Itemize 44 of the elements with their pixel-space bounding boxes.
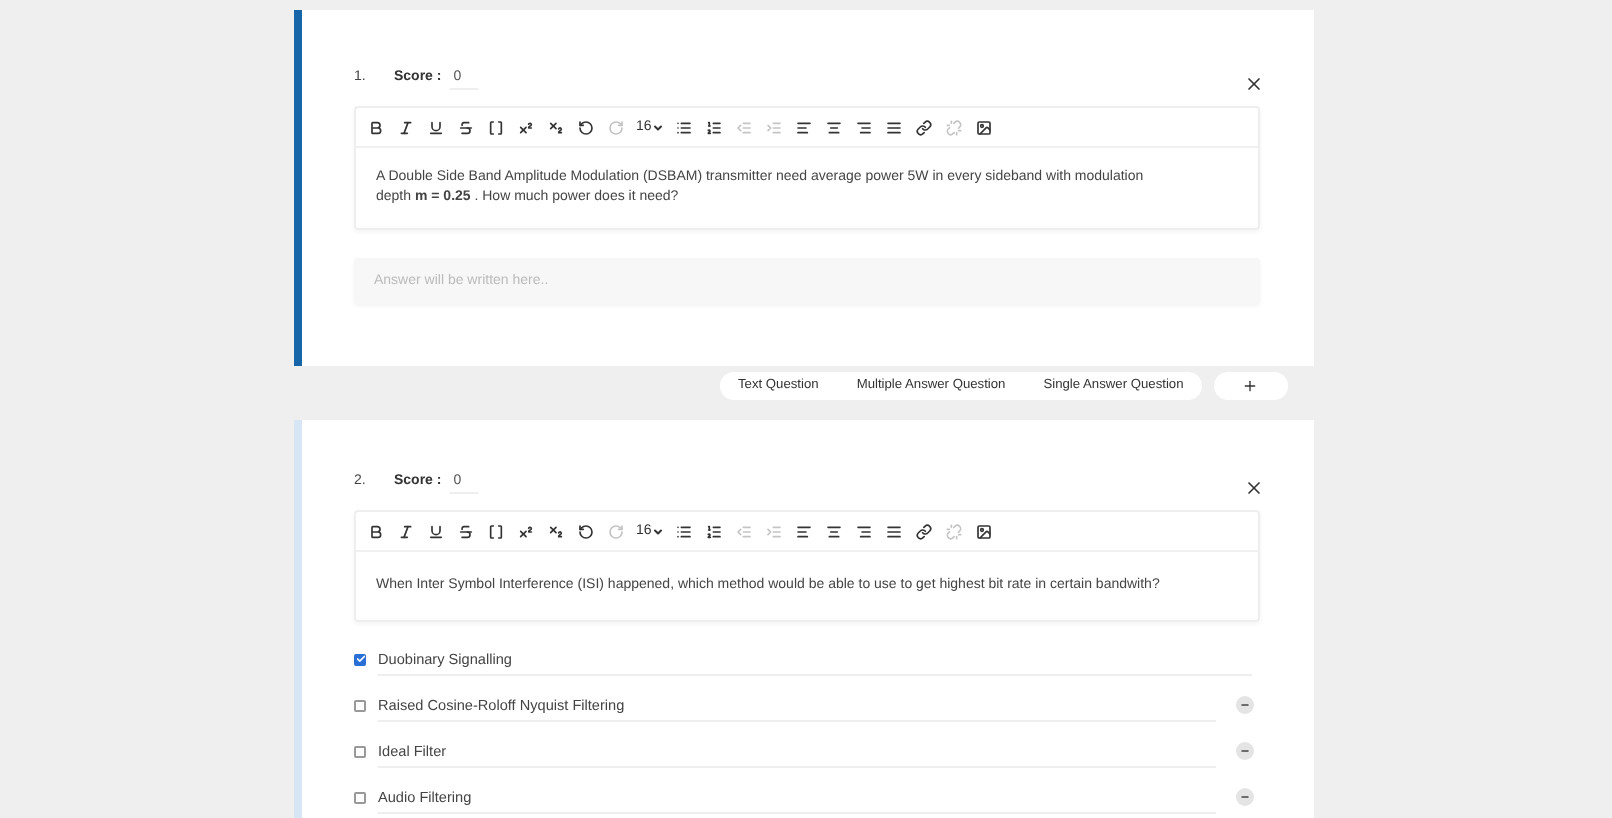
checkbox[interactable] [354, 699, 366, 711]
caret-icon [651, 525, 664, 537]
remove-option-button[interactable] [1236, 742, 1254, 760]
italic-button[interactable] [396, 521, 416, 541]
superscript-button[interactable] [516, 521, 536, 541]
superscript-button[interactable] [516, 117, 536, 137]
undo-button[interactable] [576, 521, 596, 541]
numbered-list-button[interactable] [703, 117, 724, 137]
numbered-list-button[interactable] [703, 521, 724, 541]
checkbox[interactable] [354, 791, 366, 803]
image-button[interactable] [973, 521, 994, 541]
brackets-button[interactable] [486, 521, 506, 541]
undo-button[interactable] [576, 117, 596, 137]
align-left-button[interactable] [793, 521, 814, 541]
checkbox[interactable] [354, 745, 366, 757]
brackets-button[interactable] [486, 117, 506, 137]
align-center-button[interactable] [823, 117, 844, 137]
minus-icon [1240, 700, 1250, 710]
remove-option-button[interactable] [1236, 788, 1254, 806]
plus-icon [1242, 378, 1259, 394]
bold-button[interactable] [366, 521, 386, 541]
underline-button[interactable] [426, 117, 446, 137]
justify-button[interactable] [883, 521, 904, 541]
align-right-button[interactable] [853, 117, 874, 137]
align-center-button[interactable] [823, 521, 844, 541]
image-button[interactable] [973, 117, 994, 137]
align-right-button[interactable] [853, 521, 874, 541]
italic-button[interactable] [396, 117, 416, 137]
justify-button[interactable] [883, 117, 904, 137]
minus-icon [1240, 792, 1250, 802]
remove-option-button[interactable] [1236, 696, 1254, 714]
bold-button[interactable] [366, 117, 386, 137]
subscript-button[interactable] [546, 117, 566, 137]
caret-icon [651, 121, 664, 133]
subscript-button[interactable] [546, 521, 566, 541]
strikethrough-button[interactable] [456, 117, 476, 137]
underline-button[interactable] [426, 521, 446, 541]
link-button[interactable] [913, 521, 934, 541]
align-left-button[interactable] [793, 117, 814, 137]
close-button[interactable] [1244, 478, 1264, 498]
link-button[interactable] [913, 117, 934, 137]
minus-icon [1240, 746, 1250, 756]
close-button[interactable] [1244, 74, 1264, 94]
strikethrough-button[interactable] [456, 521, 476, 541]
